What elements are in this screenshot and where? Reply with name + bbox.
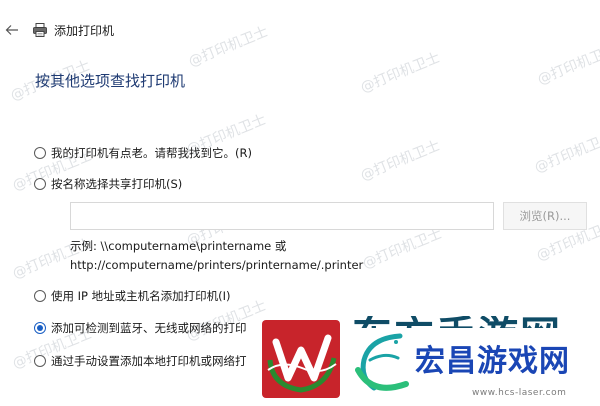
- option-shared-printer[interactable]: 按名称选择共享打印机(S): [34, 176, 182, 192]
- browse-button[interactable]: 浏览(R)...: [503, 202, 587, 230]
- watermark-text: @打印机卫士: [358, 49, 443, 97]
- logo-w-icon: [262, 320, 340, 398]
- radio-old-printer[interactable]: [34, 147, 46, 159]
- fish-logo-icon: [355, 333, 409, 391]
- option-label: 通过手动设置添加本地打印机或网络打: [51, 354, 247, 368]
- watermark-text: @打印机卫士: [535, 41, 600, 89]
- radio-bluetooth-wireless[interactable]: [34, 322, 46, 334]
- example-text: 示例: \\computername\printername 或: [70, 239, 287, 253]
- watermark-text: @打印机卫士: [532, 129, 600, 177]
- back-arrow-icon[interactable]: [4, 22, 20, 38]
- option-manual-local[interactable]: 通过手动设置添加本地打印机或网络打: [34, 353, 247, 369]
- radio-shared-printer[interactable]: [34, 178, 46, 190]
- advert-brand: 宏昌游戏网: [415, 344, 570, 379]
- option-old-printer[interactable]: 我的打印机有点老。请帮我找到它。(R): [34, 145, 252, 161]
- option-label: 使用 IP 地址或主机名添加打印机(I): [51, 289, 231, 303]
- window-title: 添加打印机: [54, 24, 115, 38]
- option-label: 我的打印机有点老。请帮我找到它。(R): [51, 146, 252, 160]
- option-label: 添加可检测到蓝牙、无线或网络的打印: [51, 321, 247, 335]
- page-heading: 按其他选项查找打印机: [35, 72, 186, 90]
- watermark-text: @打印机卫士: [360, 225, 445, 273]
- shared-printer-input[interactable]: [70, 202, 494, 230]
- option-bluetooth-wireless[interactable]: 添加可检测到蓝牙、无线或网络的打印: [34, 320, 247, 336]
- radio-manual-local[interactable]: [34, 355, 46, 367]
- watermark-text: @打印机卫士: [358, 137, 443, 185]
- watermark-text: @打印机卫士: [186, 23, 271, 71]
- advert-url: www.hcs-laser.com: [472, 388, 567, 398]
- example-text-url: http://computername/printers/printername…: [70, 258, 364, 272]
- printer-icon: [33, 23, 47, 37]
- option-label: 按名称选择共享打印机(S): [51, 177, 183, 191]
- radio-ip-address[interactable]: [34, 290, 46, 302]
- option-ip-address[interactable]: 使用 IP 地址或主机名添加打印机(I): [34, 288, 231, 304]
